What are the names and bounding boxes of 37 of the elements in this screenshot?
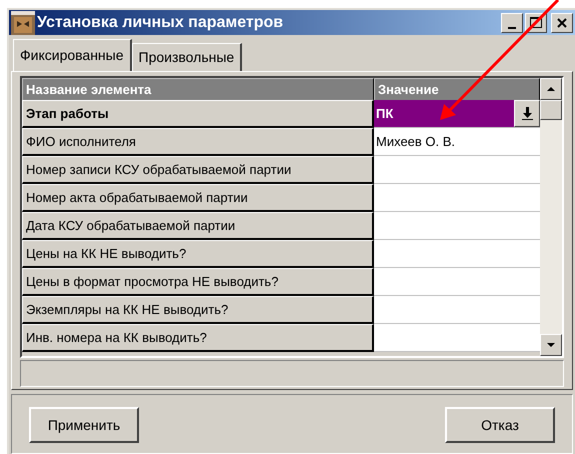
value-cell[interactable] (374, 324, 540, 352)
scroll-up-icon (547, 87, 555, 91)
row-label: Номер записи КСУ обрабатываемой партии (22, 156, 374, 184)
row-label: Цены на КК НЕ выводить? (22, 240, 374, 268)
vertical-scrollbar[interactable] (540, 78, 562, 356)
value-cell[interactable] (374, 268, 540, 296)
minimize-icon (508, 26, 516, 28)
column-header: Значение (374, 78, 540, 100)
dropdown-button[interactable] (514, 100, 540, 127)
maximize-icon (530, 17, 542, 28)
row-label: Дата КСУ обрабатываемой партии (22, 212, 374, 240)
scroll-down-icon (547, 343, 555, 347)
value-cell[interactable] (374, 212, 540, 240)
app-icon (11, 10, 35, 34)
window-title: Установка личных параметров (37, 12, 284, 32)
dialog-button[interactable]: Применить (29, 407, 139, 443)
value-dropdown[interactable]: ПК (374, 100, 540, 128)
value-cell[interactable] (374, 240, 540, 268)
close-icon (557, 18, 567, 28)
row-label: Этап работы (22, 100, 374, 128)
row-label: Инв. номера на КК выводить? (22, 324, 374, 352)
value-cell[interactable] (374, 184, 540, 212)
minimize-button[interactable] (501, 12, 523, 32)
value-cell[interactable]: Михеев О. В. (374, 128, 540, 156)
tab[interactable]: Фиксированные (13, 39, 132, 71)
close-button[interactable] (551, 12, 573, 32)
dialog-button[interactable]: Отказ (445, 407, 555, 443)
tab[interactable]: Произвольные (132, 43, 242, 71)
row-label: Цены в формат просмотра НЕ выводить? (22, 268, 374, 296)
download-arrow-icon (522, 107, 532, 120)
row-label: ФИО исполнителя (22, 128, 374, 156)
scroll-thumb[interactable] (540, 100, 562, 120)
row-label: Номер акта обрабатываемой партии (22, 184, 374, 212)
row-label: Экземпляры на КК НЕ выводить? (22, 296, 374, 324)
value-cell[interactable] (374, 296, 540, 324)
value-cell[interactable] (374, 156, 540, 184)
column-header: Название элемента (22, 78, 374, 100)
